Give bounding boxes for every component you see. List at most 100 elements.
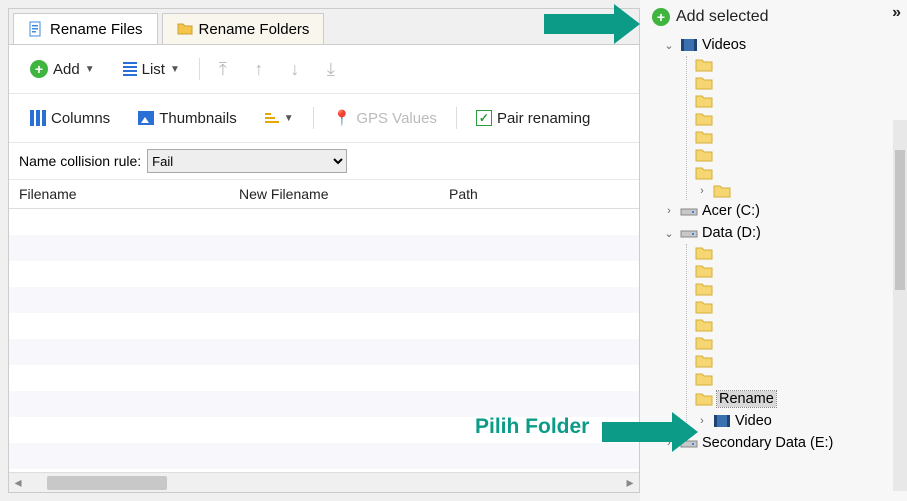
tree-label: Rename — [717, 391, 776, 407]
col-filename[interactable]: Filename — [19, 186, 239, 202]
pair-renaming-toggle[interactable]: ✓ Pair renaming — [467, 105, 599, 132]
plus-icon: + — [30, 60, 48, 78]
tree-subfolder[interactable] — [695, 164, 903, 182]
film-icon — [713, 413, 731, 429]
thumbnails-button[interactable]: Thumbnails — [129, 105, 246, 132]
pair-label: Pair renaming — [497, 110, 590, 127]
tree-subfolder[interactable] — [695, 334, 903, 352]
drive-icon — [680, 435, 698, 451]
expand-icon[interactable]: › — [695, 415, 709, 427]
move-top-button[interactable]: ⤒ — [210, 56, 236, 82]
vertical-scrollbar[interactable] — [893, 120, 907, 491]
tree-subfolder[interactable] — [695, 280, 903, 298]
tree-subfolder[interactable] — [695, 92, 903, 110]
columns-button[interactable]: Columns — [21, 105, 119, 132]
gps-label: GPS Values — [356, 110, 437, 127]
col-new-filename[interactable]: New Filename — [239, 186, 449, 202]
folder-tree-panel: » + Add selected ⌄ Videos — [640, 0, 907, 501]
divider — [199, 58, 200, 80]
table-header: Filename New Filename Path — [9, 180, 639, 209]
add-selected-button[interactable]: + Add selected — [648, 6, 903, 34]
add-button[interactable]: + Add ▼ — [21, 55, 104, 83]
tab-label: Rename Files — [50, 21, 143, 38]
tabs: Rename Files Rename Folders — [9, 9, 639, 45]
move-down-button[interactable]: ↓ — [282, 56, 308, 82]
tree-subfolder[interactable] — [695, 244, 903, 262]
add-label: Add — [53, 61, 80, 78]
tree-subfolder[interactable] — [695, 56, 903, 74]
tree-node-data[interactable]: ⌄ Data (D:) — [662, 222, 903, 244]
sort-button[interactable]: ▼ — [256, 108, 303, 129]
tree-subfolder[interactable]: › — [695, 182, 903, 200]
columns-icon — [30, 110, 46, 126]
scroll-left-icon[interactable]: ◂ — [9, 474, 27, 491]
chevron-down-icon: ▼ — [170, 64, 180, 75]
thumbnails-icon — [138, 111, 154, 125]
tree-subfolder[interactable] — [695, 146, 903, 164]
thumbnails-label: Thumbnails — [159, 110, 237, 127]
checkbox-checked-icon: ✓ — [476, 110, 492, 126]
pin-icon: 📍 — [333, 109, 352, 127]
scroll-thumb[interactable] — [895, 150, 905, 290]
tree-subfolder[interactable] — [695, 128, 903, 146]
expand-icon[interactable]: › — [695, 185, 709, 197]
move-up-button[interactable]: ↑ — [246, 56, 272, 82]
tree-node-video[interactable]: › Video — [695, 410, 903, 432]
col-path[interactable]: Path — [449, 186, 629, 202]
add-selected-label: Add selected — [676, 8, 769, 26]
list-icon — [123, 62, 137, 76]
folder-icon — [695, 391, 713, 407]
sort-icon — [265, 113, 279, 123]
tree-subfolder[interactable] — [695, 316, 903, 334]
toolbar-view: Columns Thumbnails ▼ 📍 GPS Values ✓ Pair… — [9, 94, 639, 143]
drive-icon — [680, 225, 698, 241]
tree-label: Secondary Data (E:) — [702, 435, 833, 451]
scroll-thumb[interactable] — [47, 476, 167, 490]
collision-row: Name collision rule: Fail — [9, 143, 639, 180]
tab-label: Rename Folders — [199, 21, 310, 38]
file-table[interactable] — [9, 209, 639, 472]
tree-subfolder[interactable] — [695, 370, 903, 388]
gps-values-button[interactable]: 📍 GPS Values — [324, 104, 446, 132]
expand-icon[interactable]: › — [662, 205, 676, 217]
chevron-down-icon: ▼ — [85, 64, 95, 75]
move-bottom-button[interactable]: ⤓ — [318, 56, 344, 82]
expand-panel-button[interactable]: » — [892, 4, 901, 22]
folder-tree: ⌄ Videos › › — [648, 34, 903, 454]
videos-children: › — [686, 56, 903, 200]
file-icon — [28, 21, 44, 37]
data-children: Rename › Video — [686, 244, 903, 432]
list-label: List — [142, 61, 165, 78]
tree-node-secondary[interactable]: › Secondary Data (E:) — [662, 432, 903, 454]
divider — [313, 107, 314, 129]
folder-icon — [177, 21, 193, 37]
tab-rename-folders[interactable]: Rename Folders — [162, 13, 325, 44]
main-panel: Rename Files Rename Folders + Add ▼ List… — [8, 8, 640, 493]
drive-icon — [680, 203, 698, 219]
tree-subfolder[interactable] — [695, 262, 903, 280]
collision-label: Name collision rule: — [19, 153, 141, 169]
plus-icon: + — [652, 8, 670, 26]
scroll-right-icon[interactable]: ▸ — [621, 474, 639, 491]
tree-subfolder[interactable] — [695, 298, 903, 316]
tree-node-acer[interactable]: › Acer (C:) — [662, 200, 903, 222]
film-icon — [680, 37, 698, 53]
list-button[interactable]: List ▼ — [114, 56, 189, 83]
tree-subfolder[interactable] — [695, 352, 903, 370]
tree-label: Videos — [702, 37, 746, 53]
tree-label: Video — [735, 413, 772, 429]
horizontal-scrollbar[interactable]: ◂ ▸ — [9, 472, 639, 492]
columns-label: Columns — [51, 110, 110, 127]
tree-node-rename[interactable]: Rename — [695, 388, 903, 410]
collision-select[interactable]: Fail — [147, 149, 347, 173]
chevron-down-icon: ▼ — [284, 113, 294, 124]
expand-icon[interactable]: › — [662, 437, 676, 449]
tree-subfolder[interactable] — [695, 74, 903, 92]
tree-label: Acer (C:) — [702, 203, 760, 219]
collapse-icon[interactable]: ⌄ — [662, 39, 676, 52]
collapse-icon[interactable]: ⌄ — [662, 227, 676, 240]
tab-rename-files[interactable]: Rename Files — [13, 13, 158, 44]
tree-node-videos[interactable]: ⌄ Videos — [662, 34, 903, 56]
toolbar-main: + Add ▼ List ▼ ⤒ ↑ ↓ ⤓ — [9, 45, 639, 94]
tree-subfolder[interactable] — [695, 110, 903, 128]
